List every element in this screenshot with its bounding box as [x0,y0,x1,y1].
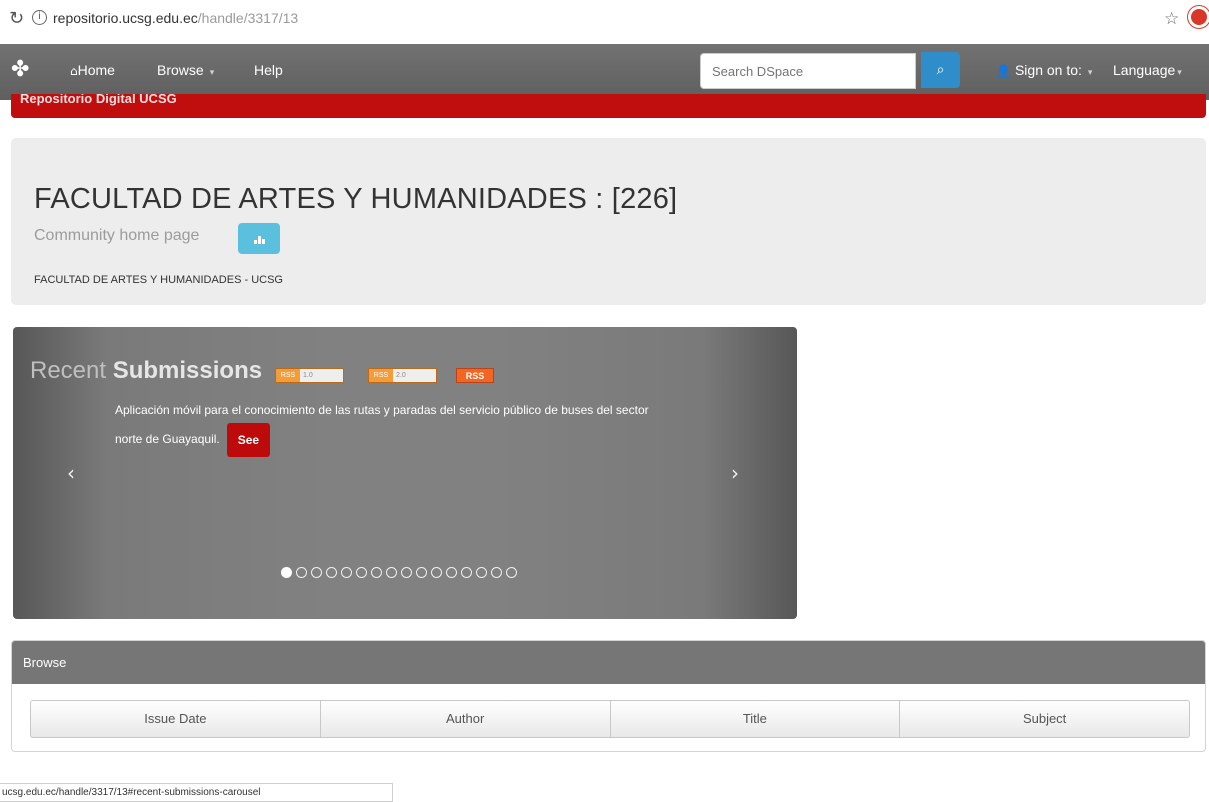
url-path: /handle/3317/13 [197,10,299,26]
chevron-down-icon: ▾ [1177,68,1182,78]
carousel-indicator-dot[interactable] [341,567,352,578]
community-description: FACULTAD DE ARTES Y HUMANIDADES - UCSG [34,274,283,286]
carousel-title-bold: Submissions [112,357,263,384]
language-menu[interactable]: Language ▾ [1113,62,1182,78]
nav-home-label: Home [77,62,115,78]
browse-panel-heading: Browse [12,641,1205,684]
carousel-indicator-dot[interactable] [326,567,337,578]
carousel-indicator-dot[interactable] [491,567,502,578]
carousel-prev-icon[interactable]: ‹ [67,461,75,485]
nav-browse-label: Browse [157,62,204,78]
extension-icon[interactable] [1188,6,1209,28]
statistics-button[interactable] [238,223,280,254]
browse-subject-button[interactable]: Subject [899,700,1190,738]
sign-on-label: Sign on to: [1014,62,1082,78]
feed-badge-left: RSS [276,369,300,382]
reload-icon[interactable]: ↻ [9,8,24,29]
carousel-indicator-dot[interactable] [401,567,412,578]
carousel-title: Recent Submissions [30,357,262,385]
page-title: FACULTAD DE ARTES Y HUMANIDADES : [226] [34,183,678,215]
community-home-subtitle: Community home page [34,227,200,244]
search-icon: ⌕ [936,62,945,78]
carousel-item-text: Aplicación móvil para el conocimiento de… [115,403,649,447]
browse-title-button[interactable]: Title [609,700,901,738]
carousel-indicator-dot[interactable] [296,567,307,578]
rss-2-feed-badge[interactable]: RSS 2.0 [368,368,437,383]
home-icon: ⌂ [70,64,78,78]
browse-author-button[interactable]: Author [319,700,611,738]
user-icon: 👤 [996,64,1011,78]
repository-header-banner: Repositorio Digital UCSG [11,94,1206,118]
chevron-down-icon: ▾ [1087,68,1093,78]
feed-badge-left: RSS [369,369,393,382]
carousel-indicator-dot[interactable] [281,567,292,578]
nav-help-link[interactable]: Help [254,62,283,78]
browser-address-bar: ↻ i repositorio.ucsg.edu.ec/handle/3317/… [0,0,1209,44]
browse-panel: Browse Issue Date Author Title Subject [11,640,1206,752]
dspace-logo-icon[interactable]: ✤ [11,59,29,81]
nav-browse-menu[interactable]: Browse ▾ [157,62,214,78]
sign-on-menu[interactable]: 👤 Sign on to: ▾ [996,62,1092,78]
carousel-indicator-dot[interactable] [416,567,427,578]
carousel-indicator-dot[interactable] [356,567,367,578]
rss-feed-icon[interactable]: RSS [456,368,494,383]
browse-button-group: Issue Date Author Title Subject [30,700,1190,738]
carousel-indicator-dot[interactable] [476,567,487,578]
carousel-indicators [281,567,517,578]
carousel-indicator-dot[interactable] [311,567,322,578]
carousel-indicator-dot[interactable] [371,567,382,578]
carousel-next-icon[interactable]: › [731,461,739,485]
community-header: FACULTAD DE ARTES Y HUMANIDADES : [226] … [11,138,1206,305]
feed-badge-right: 2.0 [393,369,436,382]
nav-home-link[interactable]: ⌂Home [70,62,115,78]
top-navbar: ✤ ⌂Home Browse ▾ Help ⌕ 👤Sign on to: ▾ Lan… [0,44,1209,100]
carousel-indicator-dot[interactable] [446,567,457,578]
bookmark-star-icon[interactable]: ☆ [1164,9,1179,29]
see-button[interactable]: See [226,423,271,457]
rss-1-feed-badge[interactable]: RSS 1.0 [275,368,344,383]
search-button[interactable]: ⌕ [921,52,960,88]
carousel-indicator-dot[interactable] [506,567,517,578]
carousel-item-caption: Aplicación móvil para el conocimiento de… [115,398,675,457]
info-icon[interactable]: i [32,10,47,25]
url-domain: repositorio.ucsg.edu.ec [53,10,198,26]
url-field[interactable]: repositorio.ucsg.edu.ec/handle/3317/13 [53,10,298,26]
search-input[interactable] [700,53,916,89]
browse-issue-date-button[interactable]: Issue Date [30,700,321,738]
repository-title[interactable]: Repositorio Digital UCSG [20,94,177,106]
feed-badge-right: 1.0 [300,369,343,382]
carousel-title-light: Recent [30,357,107,384]
status-bar-url: ucsg.edu.ec/handle/3317/13#recent-submis… [0,783,393,802]
language-label: Language [1113,62,1176,78]
carousel-indicator-dot[interactable] [461,567,472,578]
recent-submissions-carousel: Recent Submissions RSS 1.0 RSS 2.0 RSS Apl… [13,327,797,619]
carousel-indicator-dot[interactable] [431,567,442,578]
carousel-indicator-dot[interactable] [386,567,397,578]
chevron-down-icon: ▾ [209,68,215,78]
